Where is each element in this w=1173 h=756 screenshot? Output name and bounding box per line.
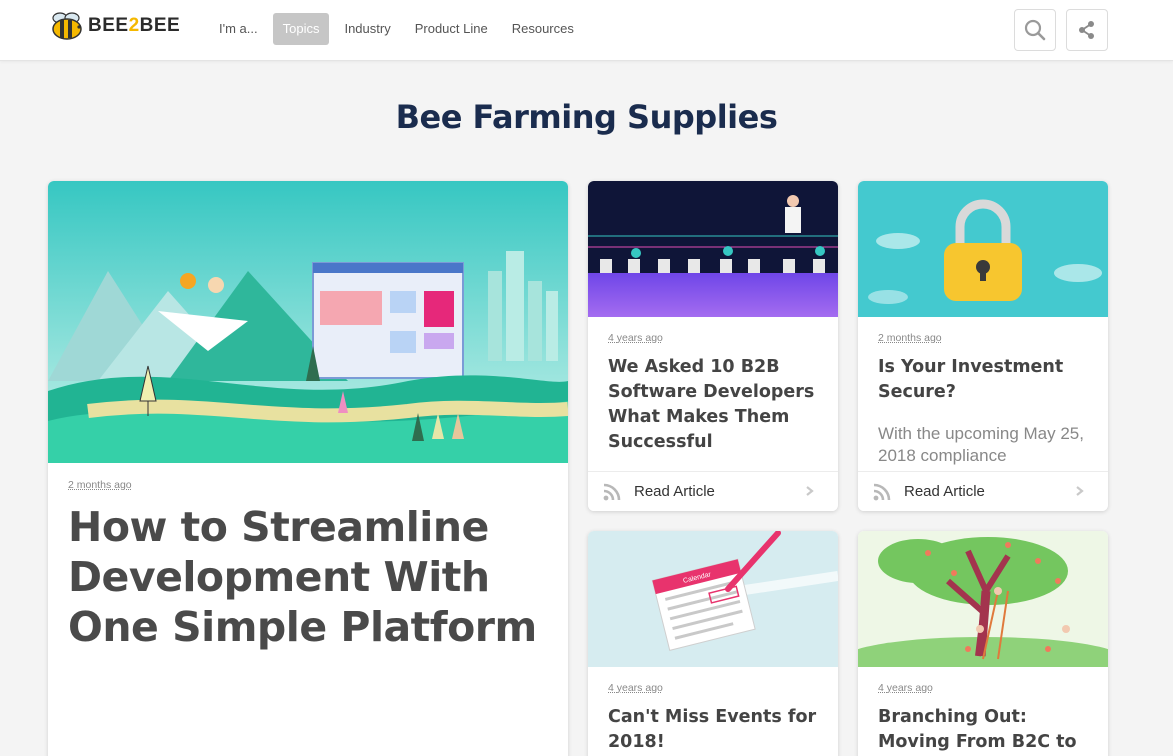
article-image: Calendar xyxy=(588,531,838,667)
article-date: 2 months ago xyxy=(878,332,942,344)
nav-item-im-a[interactable]: I'm a... xyxy=(210,13,267,45)
search-icon xyxy=(1024,19,1046,41)
nav-item-topics[interactable]: Topics xyxy=(272,13,330,45)
page-title: Bee Farming Supplies xyxy=(395,98,778,136)
article-date: 4 years ago xyxy=(878,682,933,694)
rss-icon xyxy=(603,483,621,500)
site-header: BEE2BEE I'm a... Topics Industry Product… xyxy=(0,0,1173,61)
article-date: 4 years ago xyxy=(608,682,663,694)
brand-logo[interactable]: BEE2BEE xyxy=(48,10,180,42)
article-title[interactable]: Can't Miss Events for 2018! xyxy=(608,705,823,755)
article-card[interactable]: 4 years ago Branching Out: Moving From B… xyxy=(858,531,1108,756)
featured-article-card[interactable]: 2 months ago How to Streamline Developme… xyxy=(48,181,568,756)
article-card[interactable]: 2 months ago Is Your Investment Secure? … xyxy=(858,181,1108,511)
article-card[interactable]: Calendar 4 years ago Can't Miss Events f… xyxy=(588,531,838,756)
search-button[interactable] xyxy=(1014,9,1056,51)
brand-name: BEE2BEE xyxy=(88,15,181,36)
rss-icon xyxy=(873,483,891,500)
nav-item-industry[interactable]: Industry xyxy=(335,13,399,45)
share-icon xyxy=(1079,21,1094,39)
article-image xyxy=(858,531,1108,667)
article-image xyxy=(858,181,1108,317)
article-title[interactable]: Is Your Investment Secure? xyxy=(878,355,1093,405)
article-image xyxy=(588,181,838,317)
read-article-link[interactable]: Read Article xyxy=(588,471,838,511)
article-card[interactable]: 4 years ago We Asked 10 B2B Software Dev… xyxy=(588,181,838,511)
featured-article-title[interactable]: How to Streamline Development With One S… xyxy=(68,502,558,652)
article-title[interactable]: Branching Out: Moving From B2C to B2B xyxy=(878,705,1093,756)
chevron-right-icon xyxy=(806,486,814,496)
featured-article-image xyxy=(48,181,568,463)
nav-item-product-line[interactable]: Product Line xyxy=(406,13,497,45)
featured-article-date: 2 months ago xyxy=(68,479,132,491)
nav-item-resources[interactable]: Resources xyxy=(503,13,583,45)
article-excerpt: With the upcoming May 25, 2018 complianc… xyxy=(878,424,1084,465)
chevron-right-icon xyxy=(1076,486,1084,496)
article-date: 4 years ago xyxy=(608,332,663,344)
read-article-label: Read Article xyxy=(634,483,715,500)
article-title[interactable]: We Asked 10 B2B Software Developers What… xyxy=(608,355,823,455)
read-article-label: Read Article xyxy=(904,483,985,500)
bee-icon xyxy=(52,12,82,40)
share-button[interactable] xyxy=(1066,9,1108,51)
read-article-link[interactable]: Read Article xyxy=(858,471,1108,511)
main-nav: I'm a... Topics Industry Product Line Re… xyxy=(210,13,589,45)
